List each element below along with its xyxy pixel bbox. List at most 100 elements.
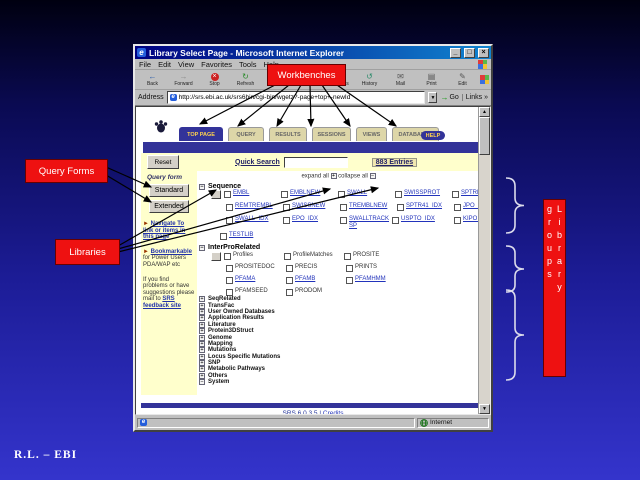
menu-file[interactable]: File	[139, 60, 151, 69]
maximize-button[interactable]: □	[464, 48, 475, 58]
go-button[interactable]: → Go	[440, 93, 458, 102]
collapse-box-icon[interactable]: −	[199, 245, 205, 251]
expand-box-icon[interactable]: +	[199, 296, 205, 302]
standard-form-button[interactable]: Standard	[149, 184, 189, 197]
expand-box-icon[interactable]: +	[199, 347, 205, 353]
checkbox[interactable]	[286, 265, 293, 272]
library-item[interactable]: PROSITEDOC	[226, 264, 286, 272]
library-item[interactable]: PFAMA	[226, 276, 286, 284]
expand-box-icon[interactable]: +	[199, 341, 205, 347]
checkbox[interactable]	[340, 204, 347, 211]
checkbox[interactable]	[226, 204, 233, 211]
credits-link[interactable]: Credits	[323, 410, 344, 415]
library-item[interactable]: PFAMB	[286, 276, 346, 284]
select-all-button[interactable]	[211, 190, 221, 199]
refresh-button[interactable]: ↻ Refresh	[230, 71, 261, 89]
library-item[interactable]: SWISSNEW	[283, 203, 340, 211]
checkbox[interactable]	[397, 204, 404, 211]
quick-search-input[interactable]	[284, 157, 348, 168]
checkbox[interactable]	[226, 289, 233, 296]
library-item[interactable]: PROSITE	[344, 252, 404, 260]
expand-box-icon[interactable]: +	[199, 328, 205, 334]
checkbox[interactable]	[392, 217, 399, 224]
quick-search-label[interactable]: Quick Search	[235, 159, 280, 166]
scroll-thumb[interactable]	[479, 117, 490, 155]
library-item[interactable]: EPO_IDX	[283, 216, 340, 224]
checkbox[interactable]	[454, 217, 461, 224]
library-item[interactable]: Profiles	[224, 252, 284, 260]
checkbox[interactable]	[226, 277, 233, 284]
checkbox[interactable]	[346, 265, 353, 272]
checkbox[interactable]	[286, 277, 293, 284]
expand-box-icon[interactable]: −	[199, 379, 205, 385]
history-button[interactable]: ↺ History	[354, 71, 385, 89]
checkbox[interactable]	[344, 253, 351, 260]
library-item[interactable]: SWALL	[338, 190, 395, 198]
expand-box-icon[interactable]: +	[199, 309, 205, 315]
reset-button[interactable]: Reset	[147, 155, 179, 169]
checkbox[interactable]	[220, 233, 227, 240]
menu-favorites[interactable]: Favorites	[201, 60, 232, 69]
tab-sessions[interactable]: SESSIONS	[312, 127, 351, 141]
library-item[interactable]: SWALLTRACK SP	[340, 216, 392, 229]
checkbox[interactable]	[281, 191, 288, 198]
mail-button[interactable]: ✉ Mail	[385, 71, 416, 89]
back-button[interactable]: ← Back	[137, 71, 168, 89]
minimize-button[interactable]: _	[450, 48, 461, 58]
library-item[interactable]: PRECIS	[286, 264, 346, 272]
checkbox[interactable]	[340, 217, 347, 224]
collapse-box-icon[interactable]: −	[199, 184, 205, 190]
checkbox[interactable]	[226, 217, 233, 224]
scroll-up-icon[interactable]: ▲	[479, 107, 490, 117]
checkbox[interactable]	[224, 253, 231, 260]
library-item[interactable]: SPTR41_IDX	[397, 203, 454, 211]
tab-results[interactable]: RESULTS	[269, 127, 307, 141]
address-input[interactable]: e http://srs.ebi.ac.uk/srs6bin/cgi-bin/w…	[167, 91, 426, 104]
expand-box-icon[interactable]: +	[199, 373, 205, 379]
expand-box-icon[interactable]: +	[199, 366, 205, 372]
expand-box-icon[interactable]: +	[199, 303, 205, 309]
library-item[interactable]: TESTLIB	[220, 232, 277, 240]
checkbox[interactable]	[283, 204, 290, 211]
library-item[interactable]: PRINTS	[346, 264, 406, 272]
tab-top-page[interactable]: TOP PAGE	[179, 127, 223, 141]
checkbox[interactable]	[452, 191, 459, 198]
library-item[interactable]: TREMBLNEW	[340, 203, 397, 211]
address-dropdown-icon[interactable]: ▼	[428, 92, 437, 103]
library-item[interactable]: PFAMHMM	[346, 276, 406, 284]
page-scrollbar[interactable]: ▲ ▼	[478, 107, 490, 414]
checkbox[interactable]	[454, 204, 461, 211]
tree-item[interactable]: −System	[199, 379, 280, 385]
close-button[interactable]: ×	[478, 48, 489, 58]
checkbox[interactable]	[338, 191, 345, 198]
checkbox[interactable]	[283, 217, 290, 224]
checkbox[interactable]	[284, 253, 291, 260]
library-item[interactable]: EMBLNEW	[281, 190, 338, 198]
menu-view[interactable]: View	[178, 60, 194, 69]
expand-box-icon[interactable]: +	[199, 360, 205, 366]
scroll-down-icon[interactable]: ▼	[479, 404, 490, 414]
expand-box-icon[interactable]: +	[199, 354, 205, 360]
edit-button[interactable]: ✎ Edit	[447, 71, 478, 89]
checkbox[interactable]	[226, 265, 233, 272]
expand-all-icon[interactable]: +	[331, 173, 337, 179]
checkbox[interactable]	[346, 277, 353, 284]
extended-form-button[interactable]: Extended	[149, 200, 189, 213]
checkbox[interactable]	[286, 289, 293, 296]
expand-box-icon[interactable]: +	[199, 335, 205, 341]
library-item[interactable]: REMTREMBL	[226, 203, 283, 211]
select-all-button[interactable]	[211, 252, 221, 261]
help-button[interactable]: HELP	[421, 131, 445, 140]
expand-box-icon[interactable]: +	[199, 322, 205, 328]
print-button[interactable]: ▤ Print	[416, 71, 447, 89]
library-item[interactable]: SWISSPROT	[395, 190, 452, 198]
library-item[interactable]: ProfileMatches	[284, 252, 344, 260]
menu-tools[interactable]: Tools	[239, 60, 257, 69]
collapse-all-icon[interactable]: −	[370, 173, 376, 179]
entries-link[interactable]: 883 Entries	[372, 158, 417, 167]
library-item[interactable]: PRODOM	[286, 288, 346, 296]
stop-button[interactable]: × Stop	[199, 71, 230, 89]
menu-edit[interactable]: Edit	[158, 60, 171, 69]
library-item[interactable]: USPTO_IDX	[392, 216, 454, 224]
library-item[interactable]: EMBL	[224, 190, 281, 198]
